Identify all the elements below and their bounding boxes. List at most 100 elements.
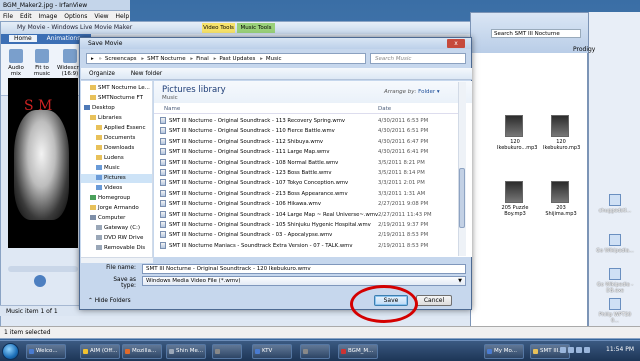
breadcrumb-item[interactable]: Past Updates bbox=[219, 56, 255, 62]
dialog-title: Save Movie bbox=[88, 40, 123, 47]
file-row[interactable]: SMT III Nocturne - Original Soundtrack -… bbox=[154, 230, 464, 240]
file-row[interactable]: SMT III Nocturne - Original Soundtrack -… bbox=[154, 137, 464, 147]
menu-image[interactable]: Image bbox=[39, 13, 58, 20]
cancel-button[interactable]: Cancel bbox=[416, 295, 452, 306]
breadcrumb-item[interactable]: Final bbox=[196, 56, 209, 62]
arrange-by[interactable]: Arrange by: Folder ▾ bbox=[384, 89, 440, 95]
taskbar-button[interactable] bbox=[300, 344, 330, 359]
scrollbar-thumb[interactable] bbox=[459, 168, 465, 228]
file-row[interactable]: SMT III Nocturne - Original Soundtrack -… bbox=[154, 220, 464, 230]
desktop-file-icon[interactable] bbox=[609, 234, 621, 246]
folder-icon bbox=[90, 95, 96, 100]
tray-icon[interactable] bbox=[576, 347, 582, 353]
thumb-image[interactable] bbox=[551, 181, 569, 203]
nav-item[interactable]: SMTNocturne FT bbox=[81, 94, 152, 103]
file-row[interactable]: SMT III Nocturne - Original Soundtrack -… bbox=[154, 158, 464, 168]
tray-icon[interactable] bbox=[568, 347, 574, 353]
thumb-image[interactable] bbox=[551, 115, 569, 137]
nav-item[interactable]: Applied Essenc bbox=[81, 124, 152, 133]
video-file-icon bbox=[160, 169, 166, 176]
nav-item[interactable]: Documents bbox=[81, 134, 152, 143]
hide-folders-label: Hide Folders bbox=[94, 298, 131, 304]
desktop-right-strip: chuggedstl... Go Wikipedia... Go Wikiped… bbox=[588, 12, 640, 328]
taskbar-button[interactable]: BGM_M... bbox=[338, 344, 378, 359]
tab-animations[interactable]: Animations bbox=[47, 35, 81, 42]
tray-icon[interactable] bbox=[584, 347, 590, 353]
music-item-status: Music item 1 of 1 bbox=[6, 308, 58, 315]
nav-item[interactable]: Videos bbox=[81, 184, 152, 193]
nav-item[interactable]: Pictures bbox=[81, 174, 152, 183]
file-row[interactable]: SMT III Nocturne - Original Soundtrack -… bbox=[154, 147, 464, 157]
nav-item[interactable]: DVD RW Drive bbox=[81, 234, 152, 243]
play-button[interactable] bbox=[34, 275, 46, 287]
nav-item[interactable]: Gateway (C:) bbox=[81, 224, 152, 233]
taskbar-button[interactable]: My Mo... bbox=[484, 344, 524, 359]
nav-item[interactable]: Downloads bbox=[81, 144, 152, 153]
desktop-file-icon[interactable] bbox=[609, 268, 621, 280]
nav-item[interactable]: Music bbox=[81, 164, 152, 173]
taskbar-button[interactable] bbox=[212, 344, 242, 359]
nav-item-label: Jorge Armando bbox=[98, 205, 139, 211]
nav-item[interactable]: Removable Dis bbox=[81, 244, 152, 253]
nav-pane-scrollbar[interactable] bbox=[81, 257, 153, 263]
thumb-image[interactable] bbox=[505, 115, 523, 137]
explorer-right-search[interactable]: Search SMT III Nocturne bbox=[491, 29, 581, 38]
menu-help[interactable]: Help bbox=[115, 13, 129, 20]
new-folder-button[interactable]: New folder bbox=[131, 71, 162, 77]
desktop-file-icon[interactable] bbox=[609, 298, 621, 310]
menu-view[interactable]: View bbox=[94, 13, 108, 20]
file-row[interactable]: SMT III Nocturne - Original Soundtrack -… bbox=[154, 199, 464, 209]
file-row[interactable]: SMT III Nocturne - Original Soundtrack -… bbox=[154, 126, 464, 136]
folder-icon bbox=[96, 145, 102, 150]
tab-home[interactable]: Home bbox=[9, 35, 37, 42]
music-tools-tab[interactable]: Music Tools bbox=[237, 23, 275, 33]
nav-item[interactable]: Ludens bbox=[81, 154, 152, 163]
thumb-image[interactable] bbox=[505, 181, 523, 203]
menu-edit[interactable]: Edit bbox=[20, 13, 32, 20]
fit-to-music-button[interactable]: Fit to music bbox=[29, 49, 55, 77]
breadcrumb-item[interactable]: Music bbox=[266, 56, 282, 62]
breadcrumb-item[interactable]: Screencaps bbox=[105, 56, 137, 62]
file-row[interactable]: SMT III Nocturne Maniacs - Soundtrack Ex… bbox=[154, 241, 464, 251]
nav-item[interactable]: Jorge Armando bbox=[81, 204, 152, 213]
nav-item[interactable]: Libraries bbox=[81, 114, 152, 123]
menu-file[interactable]: File bbox=[3, 13, 13, 20]
taskbar-button[interactable]: KTV bbox=[252, 344, 292, 359]
taskbar-button[interactable]: Mozilla... bbox=[122, 344, 162, 359]
close-button[interactable]: x bbox=[447, 39, 465, 48]
file-row[interactable]: SMT III Nocturne - Original Soundtrack -… bbox=[154, 168, 464, 178]
nav-item[interactable]: Computer bbox=[81, 214, 152, 223]
seek-bar[interactable] bbox=[8, 266, 78, 272]
file-row[interactable]: SMT III Nocturne - Original Soundtrack -… bbox=[154, 116, 464, 126]
file-row[interactable]: SMT III Nocturne - Original Soundtrack -… bbox=[154, 210, 464, 220]
taskbar-button[interactable]: AIM (Off... bbox=[80, 344, 120, 359]
app-icon bbox=[341, 349, 346, 354]
search-input[interactable]: Search Music bbox=[370, 53, 466, 64]
column-date[interactable]: Date bbox=[378, 106, 391, 112]
video-tools-tab[interactable]: Video Tools bbox=[202, 23, 235, 33]
nav-item[interactable]: SMT Nocturne Le... bbox=[81, 84, 152, 93]
file-name-input[interactable]: SMT III Nocturne - Original Soundtrack -… bbox=[142, 264, 466, 274]
nav-item[interactable]: Desktop bbox=[81, 104, 152, 113]
taskbar-button[interactable]: Welco... bbox=[26, 344, 66, 359]
file-row[interactable]: SMT III Nocturne - Original Soundtrack -… bbox=[154, 178, 464, 188]
organize-button[interactable]: Organize bbox=[89, 71, 115, 77]
column-name[interactable]: Name bbox=[164, 106, 180, 112]
taskbar-button[interactable]: Shin Me... bbox=[166, 344, 206, 359]
start-button[interactable] bbox=[2, 343, 19, 360]
video-file-icon bbox=[160, 189, 166, 197]
clock[interactable]: 11:54 PM bbox=[606, 346, 634, 353]
menu-options[interactable]: Options bbox=[64, 13, 87, 20]
save-highlight-circle bbox=[350, 285, 418, 323]
tray-icon[interactable] bbox=[560, 347, 566, 353]
nav-item[interactable]: Homegroup bbox=[81, 194, 152, 203]
audio-mix-button[interactable]: Audio mix bbox=[3, 49, 29, 77]
file-row[interactable]: SMT III Nocturne - Original Soundtrack -… bbox=[154, 189, 464, 199]
hide-folders-button[interactable]: ⌃ Hide Folders bbox=[88, 298, 131, 304]
breadcrumb-item[interactable]: SMT Nocturne bbox=[147, 56, 186, 62]
desktop-file-icon[interactable] bbox=[609, 194, 621, 206]
save-type-select[interactable]: Windows Media Video File (*.wmv) ▼ bbox=[142, 276, 466, 286]
address-bar[interactable]: ▸ » Screencaps ▸ SMT Nocturne ▸ Final ▸ Past… bbox=[86, 53, 366, 64]
nav-item-label: Downloads bbox=[104, 145, 135, 151]
arrange-by-value[interactable]: Folder bbox=[418, 89, 435, 95]
